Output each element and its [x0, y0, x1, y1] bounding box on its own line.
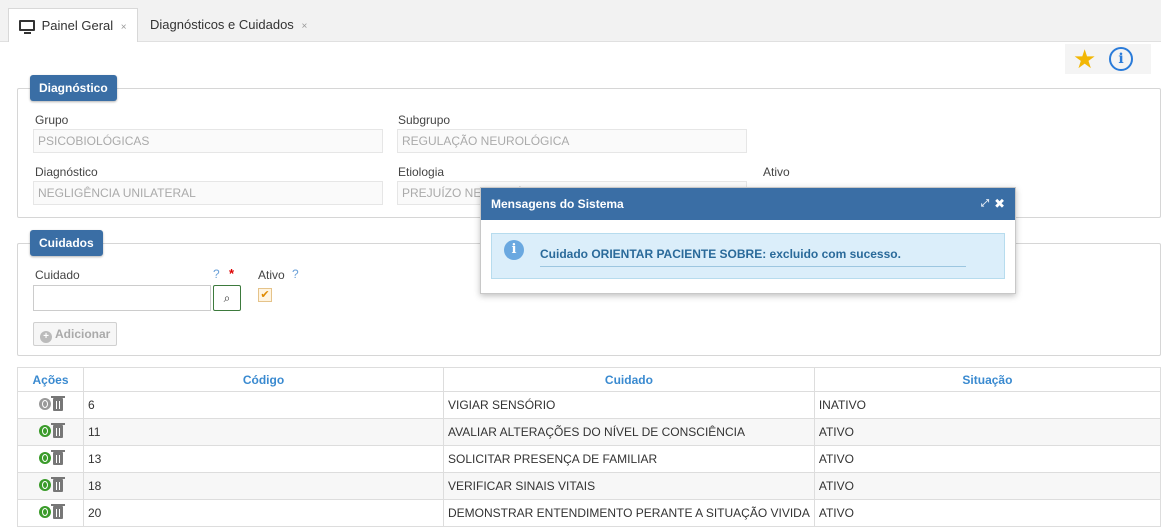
ativo-checkbox[interactable]: ✔	[258, 288, 272, 302]
system-message-dialog: Mensagens do Sistema ⤢ ✖ i Cuidado ORIEN…	[480, 187, 1016, 294]
expand-icon[interactable]: ⤢	[981, 188, 989, 220]
tab-diagnosticos-cuidados[interactable]: Diagnósticos e Cuidados ×	[140, 8, 317, 42]
col-codigo[interactable]: Código	[83, 367, 444, 392]
cuidado-input[interactable]	[33, 285, 211, 311]
tab-painel-geral[interactable]: Painel Geral ×	[8, 8, 138, 42]
cuidado-cell: AVALIAR ALTERAÇÕES DO NÍVEL DE CONSCIÊNC…	[443, 418, 815, 446]
close-icon[interactable]: ✖	[994, 188, 1005, 220]
message-text: Cuidado ORIENTAR PACIENTE SOBRE: excluid…	[540, 247, 901, 261]
toggle-status-icon[interactable]	[38, 452, 51, 464]
actions-cell	[17, 499, 84, 527]
cuidado-label: Cuidado	[35, 268, 80, 282]
toggle-status-icon[interactable]	[38, 506, 51, 518]
table-row[interactable]: 20 DEMONSTRAR ENTENDIMENTO PERANTE A SIT…	[17, 499, 1161, 527]
subgrupo-field: REGULAÇÃO NEUROLÓGICA	[397, 129, 747, 153]
message-box: i Cuidado ORIENTAR PACIENTE SOBRE: exclu…	[491, 233, 1005, 279]
subgrupo-label: Subgrupo	[398, 113, 451, 127]
star-icon[interactable]: ★	[1073, 44, 1096, 74]
table-header-row: Ações Código Cuidado Situação	[17, 367, 1161, 392]
ativo-label-cuidados: Ativo	[258, 268, 285, 282]
grupo-field: PSICOBIOLÓGICAS	[33, 129, 383, 153]
actions-cell	[17, 445, 84, 473]
add-button-label: Adicionar	[55, 327, 111, 341]
cuidado-cell: SOLICITAR PRESENÇA DE FAMILIAR	[443, 445, 815, 473]
divider	[540, 266, 966, 267]
cuidado-cell: VERIFICAR SINAIS VITAIS	[443, 472, 815, 500]
actions-cell	[17, 391, 84, 419]
diagnostico-field: NEGLIGÊNCIA UNILATERAL	[33, 181, 383, 205]
situacao-cell: ATIVO	[813, 418, 1161, 446]
col-acoes[interactable]: Ações	[17, 367, 84, 392]
cuidados-table: Ações Código Cuidado Situação 6 VIGIAR S…	[17, 367, 1161, 527]
grupo-label: Grupo	[35, 113, 69, 127]
ativo-label: Ativo	[763, 165, 790, 179]
situacao-cell: ATIVO	[813, 445, 1161, 473]
plus-icon: +	[40, 331, 52, 343]
info-icon[interactable]: i	[1109, 47, 1133, 71]
col-cuidado[interactable]: Cuidado	[443, 367, 815, 392]
trash-icon[interactable]	[50, 477, 65, 492]
trash-icon[interactable]	[50, 504, 65, 519]
table-row[interactable]: 13 SOLICITAR PRESENÇA DE FAMILIAR ATIVO	[17, 445, 1161, 473]
actions-cell	[17, 472, 84, 500]
info-icon: i	[504, 240, 524, 260]
diagnostico-label: Diagnóstico	[35, 165, 98, 179]
toggle-status-icon[interactable]	[38, 425, 51, 437]
cuidado-cell: VIGIAR SENSÓRIO	[443, 391, 815, 419]
add-button[interactable]: + Adicionar	[33, 322, 118, 346]
situacao-cell: ATIVO	[813, 472, 1161, 500]
tab-label: Painel Geral	[41, 18, 114, 33]
codigo-cell: 20	[83, 499, 444, 527]
toggle-status-icon[interactable]	[38, 479, 51, 491]
search-icon: ⌕	[223, 291, 231, 305]
dialog-title: Mensagens do Sistema	[491, 197, 624, 211]
diagnostico-legend: Diagnóstico	[30, 75, 117, 101]
table-row[interactable]: 18 VERIFICAR SINAIS VITAIS ATIVO	[17, 472, 1161, 500]
monitor-icon	[19, 20, 35, 34]
actions-cell	[17, 418, 84, 446]
table-row[interactable]: 11 AVALIAR ALTERAÇÕES DO NÍVEL DE CONSCI…	[17, 418, 1161, 446]
table-row[interactable]: 6 VIGIAR SENSÓRIO INATIVO	[17, 391, 1161, 419]
search-button[interactable]: ⌕	[213, 285, 241, 311]
dialog-header[interactable]: Mensagens do Sistema ⤢ ✖	[481, 188, 1015, 220]
cuidado-cell: DEMONSTRAR ENTENDIMENTO PERANTE A SITUAÇ…	[443, 499, 815, 527]
codigo-cell: 6	[83, 391, 444, 419]
codigo-cell: 13	[83, 445, 444, 473]
ativo-help-icon[interactable]: ?	[292, 267, 299, 281]
trash-icon[interactable]	[50, 423, 65, 438]
tab-close-icon[interactable]: ×	[301, 21, 307, 32]
codigo-cell: 11	[83, 418, 444, 446]
codigo-cell: 18	[83, 472, 444, 500]
situacao-cell: INATIVO	[813, 391, 1161, 419]
etiologia-label: Etiologia	[398, 165, 445, 179]
cuidado-help-icon[interactable]: ?	[213, 267, 220, 281]
tab-bar: Painel Geral × Diagnósticos e Cuidados ×	[0, 0, 1161, 42]
col-situacao[interactable]: Situação	[813, 367, 1161, 392]
situacao-cell: ATIVO	[813, 499, 1161, 527]
tab-close-icon[interactable]: ×	[121, 22, 127, 33]
tab-label: Diagnósticos e Cuidados	[150, 17, 294, 32]
cuidados-legend: Cuidados	[30, 230, 103, 256]
trash-icon[interactable]	[50, 450, 65, 465]
required-marker: *	[229, 266, 235, 281]
trash-icon[interactable]	[50, 396, 65, 411]
toggle-status-icon[interactable]	[38, 398, 51, 410]
corner-toolbar: ★ i	[1065, 44, 1151, 74]
